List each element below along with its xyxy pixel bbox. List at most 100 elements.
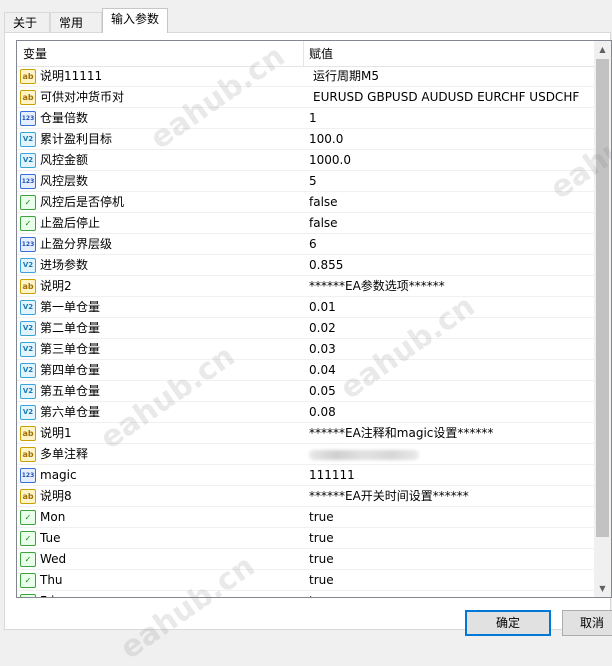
param-type-v2-icon: V2 xyxy=(20,384,36,399)
param-value[interactable]: 0.03 xyxy=(304,339,336,360)
param-value[interactable]: 1 xyxy=(304,108,317,129)
table-row[interactable]: V2 风控金额 1000.0 xyxy=(17,150,594,171)
param-value[interactable]: 111111 xyxy=(304,465,355,486)
table-row[interactable]: ab 多单注释 xyxy=(17,444,594,465)
ok-button[interactable]: 确定 xyxy=(465,610,551,636)
param-value[interactable]: 5 xyxy=(304,171,317,192)
param-type-ab-icon: ab xyxy=(20,426,36,441)
table-row[interactable]: 123 风控层数 5 xyxy=(17,171,594,192)
param-type-123-icon: 123 xyxy=(20,111,36,126)
table-row[interactable]: ab 说明11111 运行周期M5 xyxy=(17,66,594,87)
table-row[interactable]: V2 第一单仓量 0.01 xyxy=(17,297,594,318)
param-value[interactable]: 0.02 xyxy=(304,318,336,339)
table-row[interactable]: V2 第四单仓量 0.04 xyxy=(17,360,594,381)
param-type-bool-icon: ✓ xyxy=(20,195,36,210)
param-type-bool-icon: ✓ xyxy=(20,573,36,588)
table-row[interactable]: ✓ Fri true xyxy=(17,591,594,597)
table-row[interactable]: V2 第三单仓量 0.03 xyxy=(17,339,594,360)
param-value[interactable]: false xyxy=(304,213,338,234)
table-row[interactable]: 123 仓量倍数 1 xyxy=(17,108,594,129)
param-value[interactable]: EURUSD GBPUSD AUDUSD EURCHF USDCHF xyxy=(304,87,579,108)
param-type-ab-icon: ab xyxy=(20,447,36,462)
param-name: 止盈后停止 xyxy=(40,216,101,230)
param-name: Mon xyxy=(40,510,66,524)
param-type-v2-icon: V2 xyxy=(20,321,36,336)
param-value[interactable]: 0.01 xyxy=(304,297,336,318)
column-header-value[interactable]: 赋值 xyxy=(309,41,333,67)
param-value[interactable]: 0.05 xyxy=(304,381,336,402)
table-row[interactable]: ✓ 风控后是否停机 false xyxy=(17,192,594,213)
param-value[interactable]: 100.0 xyxy=(304,129,343,150)
param-type-v2-icon: V2 xyxy=(20,363,36,378)
param-name: 进场参数 xyxy=(40,258,89,272)
param-type-v2-icon: V2 xyxy=(20,405,36,420)
tab-inputs[interactable]: 输入参数 xyxy=(102,8,168,33)
param-value[interactable]: ******EA注释和magic设置****** xyxy=(304,423,493,444)
param-value[interactable] xyxy=(304,444,419,465)
column-header-variable[interactable]: 变量 xyxy=(23,41,47,67)
param-name: 说明11111 xyxy=(40,69,103,83)
param-name: 第四单仓量 xyxy=(40,363,101,377)
param-name: 第二单仓量 xyxy=(40,321,101,335)
param-name: 第六单仓量 xyxy=(40,405,101,419)
param-value[interactable]: true xyxy=(304,591,334,597)
table-row[interactable]: 123 止盈分界层级 6 xyxy=(17,234,594,255)
table-row[interactable]: 123 magic 111111 xyxy=(17,465,594,486)
param-value[interactable]: 0.04 xyxy=(304,360,336,381)
table-row[interactable]: ab 可供对冲货币对 EURUSD GBPUSD AUDUSD EURCHF USD… xyxy=(17,87,594,108)
table-row[interactable]: V2 进场参数 0.855 xyxy=(17,255,594,276)
param-value[interactable]: 6 xyxy=(304,234,317,255)
param-name: 可供对冲货币对 xyxy=(40,90,125,104)
scroll-up-arrow-icon[interactable]: ▲ xyxy=(594,41,611,58)
param-value[interactable]: true xyxy=(304,549,334,570)
table-row[interactable]: V2 累计盈利目标 100.0 xyxy=(17,129,594,150)
param-value[interactable]: 运行周期M5 xyxy=(304,66,379,87)
table-row[interactable]: ✓ 止盈后停止 false xyxy=(17,213,594,234)
grid-rows: ab 说明11111 运行周期M5 ab 可供对冲货币对 EURUSD GBPUSD AU… xyxy=(17,66,594,597)
param-name: 第五单仓量 xyxy=(40,384,101,398)
table-row[interactable]: ✓ Wed true xyxy=(17,549,594,570)
param-type-ab-icon: ab xyxy=(20,90,36,105)
param-name: 累计盈利目标 xyxy=(40,132,113,146)
table-row[interactable]: ab 说明8 ******EA开关时间设置****** xyxy=(17,486,594,507)
param-value[interactable]: true xyxy=(304,528,334,549)
tab-common[interactable]: 常用 xyxy=(50,12,102,32)
parameters-grid: 变量 赋值 ab 说明11111 运行周期M5 ab 可供对冲货币对 EURUSD GBP… xyxy=(16,40,612,598)
table-row[interactable]: ab 说明1 ******EA注释和magic设置****** xyxy=(17,423,594,444)
param-name: 第一单仓量 xyxy=(40,300,101,314)
table-row[interactable]: V2 第二单仓量 0.02 xyxy=(17,318,594,339)
param-type-ab-icon: ab xyxy=(20,489,36,504)
redacted-value xyxy=(309,449,419,460)
param-value[interactable]: ******EA参数选项****** xyxy=(304,276,445,297)
scrollbar-thumb[interactable] xyxy=(596,59,609,537)
param-type-v2-icon: V2 xyxy=(20,258,36,273)
param-value[interactable]: ******EA开关时间设置****** xyxy=(304,486,469,507)
param-name: 仓量倍数 xyxy=(40,111,89,125)
param-value[interactable]: 0.855 xyxy=(304,255,343,276)
vertical-scrollbar[interactable]: ▲ ▼ xyxy=(594,41,611,597)
param-type-v2-icon: V2 xyxy=(20,342,36,357)
param-value[interactable]: 1000.0 xyxy=(304,150,351,171)
grid-header: 变量 赋值 xyxy=(17,41,594,67)
param-name: 说明1 xyxy=(40,426,72,440)
table-row[interactable]: ✓ Thu true xyxy=(17,570,594,591)
param-name: Wed xyxy=(40,552,67,566)
param-value[interactable]: true xyxy=(304,507,334,528)
table-row[interactable]: ab 说明2 ******EA参数选项****** xyxy=(17,276,594,297)
parameters-table: 变量 赋值 ab 说明11111 运行周期M5 ab 可供对冲货币对 EURUSD GBP… xyxy=(17,41,594,597)
param-name: Fri xyxy=(40,591,54,597)
param-value[interactable]: true xyxy=(304,570,334,591)
table-row[interactable]: ✓ Mon true xyxy=(17,507,594,528)
table-row[interactable]: V2 第六单仓量 0.08 xyxy=(17,402,594,423)
param-type-bool-icon: ✓ xyxy=(20,552,36,567)
scroll-down-arrow-icon[interactable]: ▼ xyxy=(594,580,611,597)
table-row[interactable]: V2 第五单仓量 0.05 xyxy=(17,381,594,402)
param-value[interactable]: false xyxy=(304,192,338,213)
param-value[interactable]: 0.08 xyxy=(304,402,336,423)
cancel-button[interactable]: 取消 xyxy=(562,610,612,636)
column-divider[interactable] xyxy=(303,41,304,66)
param-name: 多单注释 xyxy=(40,447,89,461)
tab-about[interactable]: 关于 xyxy=(4,12,50,32)
table-row[interactable]: ✓ Tue true xyxy=(17,528,594,549)
param-name: 风控后是否停机 xyxy=(40,195,125,209)
